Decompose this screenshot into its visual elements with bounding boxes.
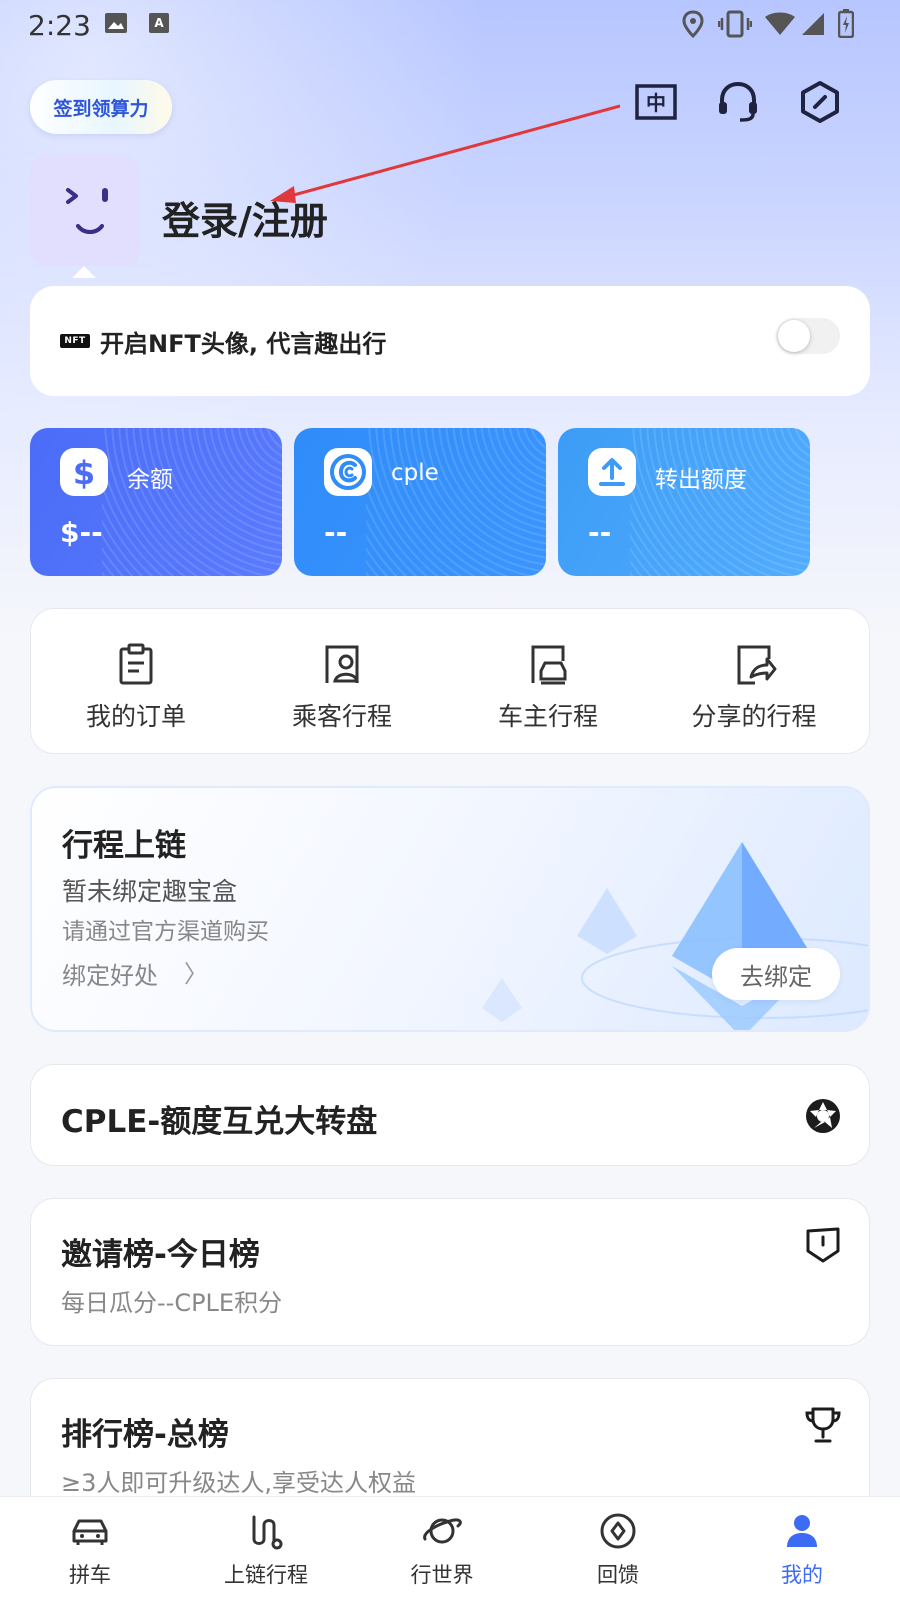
compass-icon: [600, 1513, 636, 1549]
nav-mine[interactable]: 我的: [712, 1497, 892, 1600]
card-pattern: [102, 428, 282, 576]
transfer-quota-card[interactable]: 转出额度 --: [558, 428, 810, 576]
nav-chain-trips-label: 上链行程: [224, 1563, 308, 1587]
nav-mine-label: 我的: [781, 1563, 823, 1587]
nav-chain-trips[interactable]: 上链行程: [176, 1497, 356, 1600]
avatar[interactable]: [30, 156, 140, 266]
total-ranking-subtitle: ≥3人即可升级达人,享受达人权益: [61, 1469, 417, 1497]
shared-trips-button[interactable]: 分享的行程: [649, 609, 859, 755]
wheel-icon: [806, 1099, 840, 1133]
card-pattern: [630, 428, 810, 576]
status-time: 2:23: [28, 9, 91, 42]
driver-trips-label: 车主行程: [497, 702, 598, 731]
ethereum-decoration-icon: [482, 842, 868, 1030]
nft-avatar-banner: NFT 开启NFT头像, 代言趣出行: [30, 286, 870, 396]
binding-benefits-link[interactable]: 绑定好处: [62, 956, 158, 991]
nav-feedback-label: 回馈: [597, 1563, 639, 1587]
planet-icon: [423, 1518, 462, 1544]
dollar-icon: $: [60, 448, 108, 496]
transfer-quota-value: --: [588, 516, 612, 549]
login-register-link[interactable]: 登录/注册: [162, 190, 328, 245]
cple-card[interactable]: cple --: [294, 428, 546, 576]
trophy-icon: [805, 1407, 841, 1443]
passenger-trip-icon: [325, 645, 359, 683]
language-zh-icon: 中: [635, 84, 677, 120]
driver-trip-icon: [531, 645, 567, 685]
avatar-face-icon: [66, 188, 108, 234]
bind-button[interactable]: 去绑定: [712, 948, 840, 1000]
shield-badge-icon: [806, 1227, 840, 1263]
settings-button[interactable]: [796, 78, 844, 126]
vibrate-icon: [718, 10, 752, 38]
cple-coin-icon: [324, 448, 372, 496]
passenger-trips-button[interactable]: 乘客行程: [237, 609, 447, 755]
invite-ranking-title: 邀请榜-今日榜: [61, 1237, 260, 1273]
route-icon: [252, 1515, 283, 1550]
nav-carpool-label: 拼车: [69, 1563, 111, 1587]
balance-label: 余额: [127, 467, 173, 493]
trip-on-chain-card: 行程上链 暂未绑定趣宝盒 请通过官方渠道购买 绑定好处 〉 去绑定: [30, 786, 870, 1032]
card-pattern: [366, 428, 546, 576]
exchange-wheel-title: CPLE-额度互兑大转盘: [61, 1104, 378, 1140]
share-trip-icon: [737, 645, 777, 685]
checkin-button[interactable]: 签到领算力: [30, 80, 172, 134]
image-icon: [105, 13, 127, 33]
chain-card-hint: 请通过官方渠道购买: [62, 919, 269, 945]
balance-value: $--: [60, 516, 103, 549]
chevron-right-icon: 〉: [184, 960, 208, 988]
location-icon: [682, 10, 704, 38]
cple-value: --: [324, 516, 348, 549]
quick-menu: 我的订单 乘客行程 车主行程 分享的行程: [30, 608, 870, 754]
person-icon: [787, 1515, 817, 1547]
chain-card-status: 暂未绑定趣宝盒: [62, 877, 238, 906]
signal-icon: [802, 13, 824, 35]
chain-card-title: 行程上链: [62, 828, 186, 864]
shared-trips-label: 分享的行程: [691, 702, 817, 731]
cple-label: cple: [391, 460, 439, 486]
status-bar: 2:23 A: [0, 0, 900, 48]
transfer-quota-label: 转出额度: [655, 467, 747, 493]
nft-banner-text: 开启NFT头像, 代言趣出行: [100, 330, 387, 358]
customer-service-button[interactable]: [714, 78, 762, 126]
svg-text:$: $: [73, 455, 95, 489]
svg-text:A: A: [154, 16, 164, 30]
settings-hex-icon: [801, 81, 839, 123]
headset-icon: [719, 81, 757, 122]
my-orders-label: 我的订单: [85, 702, 186, 731]
car-icon: [72, 1519, 108, 1545]
svg-text:中: 中: [646, 91, 666, 115]
total-ranking-title: 排行榜-总榜: [61, 1417, 229, 1453]
nav-feedback[interactable]: 回馈: [528, 1497, 708, 1600]
nft-avatar-toggle[interactable]: [776, 318, 840, 354]
nav-travel-world[interactable]: 行世界: [352, 1497, 532, 1600]
nav-carpool[interactable]: 拼车: [0, 1497, 180, 1600]
battery-icon: [838, 9, 854, 38]
wifi-icon: [765, 12, 795, 35]
bottom-navigation: 拼车 上链行程 行世界 回馈 我的: [0, 1496, 900, 1600]
toggle-knob: [778, 320, 810, 352]
text-icon: A: [149, 13, 169, 33]
balance-card[interactable]: $ 余额 $--: [30, 428, 282, 576]
my-orders-button[interactable]: 我的订单: [31, 609, 241, 755]
driver-trips-button[interactable]: 车主行程: [443, 609, 653, 755]
nav-travel-world-label: 行世界: [410, 1563, 474, 1587]
avatar-pointer: [72, 266, 96, 278]
exchange-wheel-card[interactable]: CPLE-额度互兑大转盘: [30, 1064, 870, 1166]
invite-ranking-card[interactable]: 邀请榜-今日榜 每日瓜分--CPLE积分: [30, 1198, 870, 1346]
nft-badge: NFT: [60, 334, 90, 348]
invite-ranking-subtitle: 每日瓜分--CPLE积分: [61, 1289, 283, 1317]
language-button[interactable]: 中: [632, 78, 680, 126]
order-icon: [119, 643, 153, 685]
upload-icon: [588, 448, 636, 496]
passenger-trips-label: 乘客行程: [291, 702, 392, 731]
